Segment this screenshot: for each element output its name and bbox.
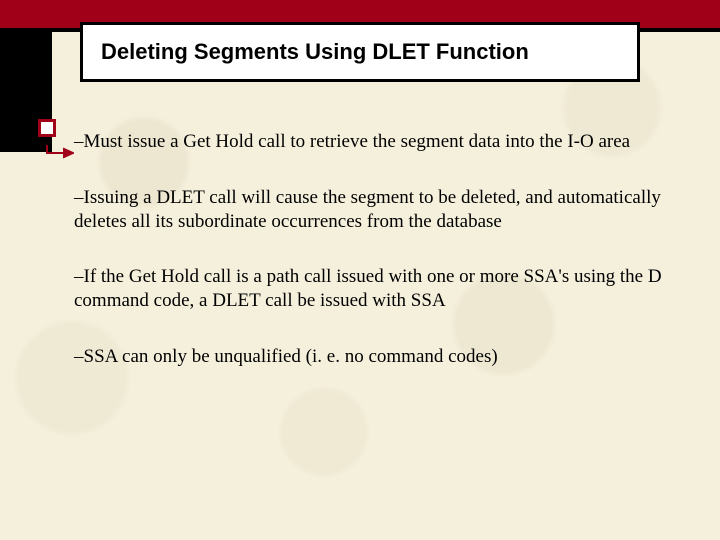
content-area: –Must issue a Get Hold call to retrieve … — [74, 130, 680, 401]
bullet-item: –SSA can only be unqualified (i. e. no c… — [74, 345, 680, 369]
bullet-item: –Issuing a DLET call will cause the segm… — [74, 186, 680, 234]
arrow-right-icon — [46, 144, 74, 160]
bullet-square-icon — [38, 119, 56, 137]
bullet-item: –Must issue a Get Hold call to retrieve … — [74, 130, 680, 154]
slide-title: Deleting Segments Using DLET Function — [101, 39, 619, 65]
title-box: Deleting Segments Using DLET Function — [80, 22, 640, 82]
bullet-item: –If the Get Hold call is a path call iss… — [74, 265, 680, 313]
